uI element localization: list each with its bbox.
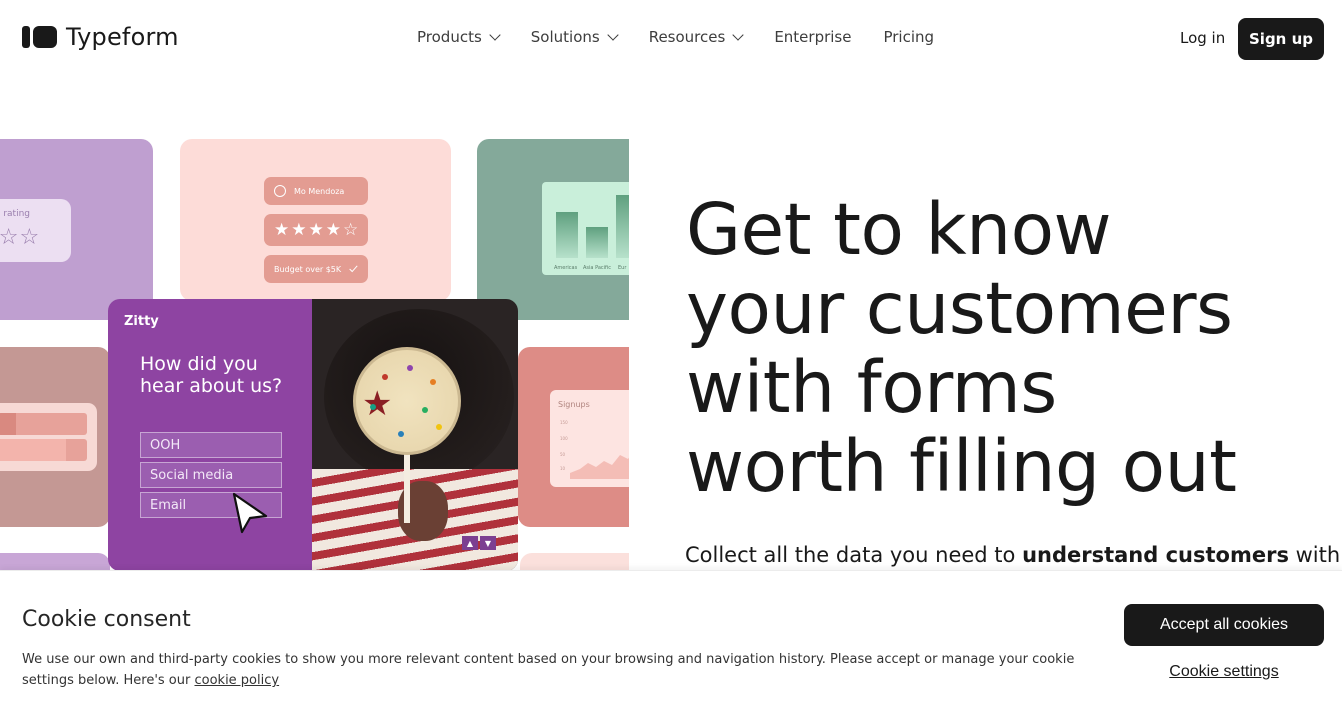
cookie-banner-text: We use our own and third-party cookies t…	[22, 649, 1082, 691]
decorative-card	[520, 553, 629, 571]
hero-collage: rage rating ★☆☆ Mo Mendoza ★★★★☆ Budget …	[0, 139, 629, 571]
headline-line: your customers	[686, 267, 1233, 350]
nav-item-enterprise[interactable]: Enterprise	[774, 28, 851, 46]
form-option-ooh[interactable]: OOH	[140, 432, 282, 458]
nav-item-solutions[interactable]: Solutions	[530, 28, 619, 46]
profile-pill: Mo Mendoza	[264, 177, 368, 205]
star-rating-icon: ★☆☆	[0, 225, 41, 250]
nav-label: Products	[417, 28, 482, 46]
sample-form-card: Zitty How did you hear about us? OOH Soc…	[108, 299, 518, 571]
rating-card: rage rating ★☆☆	[0, 139, 153, 320]
user-icon	[274, 185, 286, 197]
rating-label: rage rating	[0, 209, 30, 219]
subline-end: with	[1288, 543, 1341, 567]
chevron-down-icon	[607, 28, 619, 41]
cookie-banner-title: Cookie consent	[22, 607, 191, 632]
form-nav-arrows: ▲ ▼	[462, 536, 496, 550]
star-icon: ★	[362, 384, 393, 424]
decor-dot	[436, 424, 442, 430]
horizontal-bars-widget	[0, 403, 97, 471]
chevron-down-icon[interactable]: ▼	[480, 536, 496, 550]
headline-line: worth filling out	[686, 425, 1237, 508]
cookie-consent-banner: Cookie consent We use our own and third-…	[0, 570, 1342, 717]
nav-item-pricing[interactable]: Pricing	[883, 28, 934, 46]
chart-label: Asia Pacific	[583, 265, 611, 271]
bar-strip	[0, 413, 87, 435]
hero-subline: Collect all the data you need to underst…	[685, 543, 1340, 567]
form-question: How did you hear about us?	[140, 353, 283, 397]
chart-label: Eur	[618, 265, 627, 271]
area-chart-icon	[570, 455, 629, 479]
signups-widget: Signups 150 100 50 10	[550, 390, 629, 487]
form-brand: Zitty	[124, 314, 159, 329]
bar-strip	[0, 439, 87, 461]
accept-all-cookies-button[interactable]: Accept all cookies	[1124, 604, 1324, 646]
chevron-up-icon[interactable]: ▲	[462, 536, 478, 550]
signups-tick: 50	[560, 452, 566, 457]
signups-tick: 100	[560, 436, 568, 441]
form-option-social-media[interactable]: Social media	[140, 462, 282, 488]
decor-dot	[430, 379, 436, 385]
budget-label: Budget over $5K	[274, 264, 342, 274]
subline-start: Collect all the data you need to	[685, 543, 1023, 567]
main-nav: Products Solutions Resources Enterprise …	[417, 28, 966, 46]
chart-bar	[556, 212, 578, 258]
nav-label: Pricing	[883, 28, 935, 46]
decorative-card	[0, 553, 110, 571]
chart-bar	[586, 227, 608, 258]
site-header: Typeform Products Solutions Resources En…	[0, 0, 1342, 78]
person-photo: ★ ▲ ▼	[312, 299, 518, 571]
nav-label: Resources	[648, 28, 726, 46]
signup-button[interactable]: Sign up	[1238, 18, 1324, 60]
logo-text: Typeform	[66, 23, 179, 51]
hero-headline: Get to know your customers with forms wo…	[686, 190, 1326, 506]
decor-dot	[370, 404, 376, 410]
cookie-policy-link[interactable]: cookie policy	[194, 673, 279, 688]
nav-item-resources[interactable]: Resources	[648, 28, 744, 46]
checkmark-icon	[349, 265, 358, 273]
nav-item-products[interactable]: Products	[417, 28, 501, 46]
decor-dot	[382, 374, 388, 380]
decor-dot	[422, 407, 428, 413]
rating-widget: rage rating ★☆☆	[0, 199, 71, 262]
headline-line: Get to know	[686, 188, 1112, 271]
budget-pill: Budget over $5K	[264, 255, 368, 283]
typeform-logo-icon	[22, 26, 57, 48]
mouse-cursor-icon	[232, 492, 268, 534]
typeform-logo[interactable]: Typeform	[22, 23, 179, 51]
login-link[interactable]: Log in	[1180, 29, 1225, 47]
profile-name: Mo Mendoza	[294, 186, 345, 196]
decor-dot	[398, 431, 404, 437]
headline-line: with forms	[686, 346, 1057, 429]
stars-pill: ★★★★☆	[264, 214, 368, 246]
lollipop-stick	[404, 453, 410, 523]
signups-tick: 150	[560, 420, 568, 425]
form-panel: Zitty How did you hear about us? OOH Soc…	[108, 299, 312, 571]
chart-bar	[616, 195, 629, 258]
nav-label: Enterprise	[774, 28, 852, 46]
decor-dot	[407, 365, 413, 371]
nav-label: Solutions	[530, 28, 600, 46]
mini-bar-chart: Americas Asia Pacific Eur	[542, 182, 629, 275]
chevron-down-icon	[489, 28, 501, 41]
cookie-text-body: We use our own and third-party cookies t…	[22, 652, 1075, 688]
subline-bold: understand customers	[1022, 543, 1289, 567]
chevron-down-icon	[732, 28, 744, 41]
cookie-settings-link[interactable]: Cookie settings	[1124, 663, 1324, 681]
signups-title: Signups	[558, 400, 590, 409]
chart-label: Americas	[554, 265, 578, 271]
signups-tick: 10	[560, 466, 566, 471]
